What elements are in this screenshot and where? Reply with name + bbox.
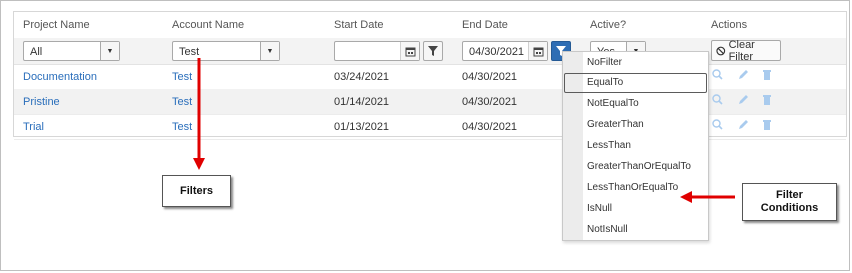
conditions-arrowhead [680,191,692,203]
annotation-arrows [193,58,735,203]
filter-conditions-callout: Filter Conditions [742,183,837,221]
filters-callout: Filters [162,175,231,207]
filter-conditions-callout-line2: Conditions [760,202,819,214]
filters-arrowhead [193,158,205,170]
filter-conditions-callout-line1: Filter [776,189,803,201]
filters-callout-label: Filters [179,184,213,197]
